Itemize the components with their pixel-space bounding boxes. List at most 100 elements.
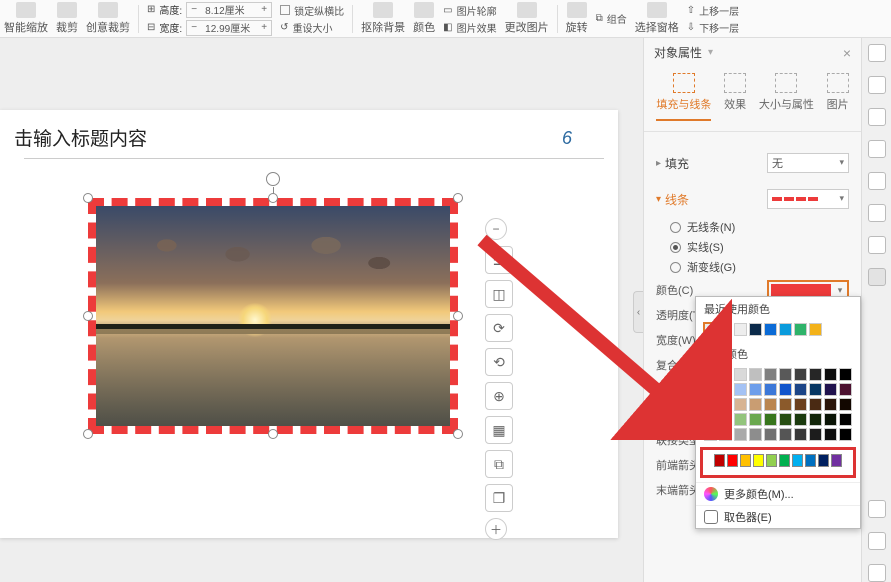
sidebar-icon-1[interactable] — [868, 44, 886, 62]
theme-color-swatch[interactable] — [839, 428, 852, 441]
sidebar-icon-3[interactable] — [868, 108, 886, 126]
down-layer-button[interactable]: ⇩下移一层 — [687, 20, 739, 35]
theme-color-swatch[interactable] — [764, 398, 777, 411]
replace-button[interactable]: ⟲ — [485, 348, 513, 376]
theme-color-swatch[interactable] — [749, 428, 762, 441]
theme-color-swatch[interactable] — [809, 368, 822, 381]
recent-color-swatch[interactable] — [779, 323, 792, 336]
theme-color-swatch[interactable] — [824, 383, 837, 396]
recent-color-swatch[interactable] — [719, 323, 732, 336]
standard-color-swatch[interactable] — [831, 454, 842, 467]
sidebar-icon-more[interactable] — [868, 564, 886, 582]
theme-color-swatch[interactable] — [839, 398, 852, 411]
plus-icon[interactable]: + — [257, 4, 271, 15]
theme-color-swatch[interactable] — [824, 398, 837, 411]
resize-handle[interactable] — [453, 193, 463, 203]
panel-collapse-handle[interactable]: ‹ — [633, 291, 643, 333]
theme-color-swatch[interactable] — [734, 428, 747, 441]
more-colors-button[interactable]: 更多颜色(M)... — [696, 482, 860, 505]
recent-color-swatch[interactable] — [734, 323, 747, 336]
line-section-toggle[interactable]: ▾线条 — [656, 191, 689, 208]
standard-color-swatch[interactable] — [766, 454, 777, 467]
picture-effect-button[interactable]: ◧图片效果 — [443, 20, 496, 35]
close-icon[interactable]: × — [843, 45, 851, 61]
theme-color-swatch[interactable] — [734, 398, 747, 411]
radio-solid-line[interactable]: 实线(S) — [670, 239, 849, 255]
theme-color-swatch[interactable] — [749, 383, 762, 396]
minus-icon[interactable]: − — [187, 22, 201, 33]
crop-button[interactable]: 裁剪 — [56, 2, 78, 35]
rotate-button[interactable]: ⟳ — [485, 314, 513, 342]
standard-color-swatch[interactable] — [753, 454, 764, 467]
group-button[interactable]: ⧉组合 — [596, 11, 627, 26]
zoom-button[interactable]: ⊕ — [485, 382, 513, 410]
change-picture-button[interactable]: 更改图片 — [505, 2, 549, 35]
rotate-handle[interactable] — [266, 172, 280, 186]
sidebar-icon-5[interactable] — [868, 172, 886, 190]
layers-button[interactable]: ☰ — [485, 246, 513, 274]
recent-color-swatch[interactable] — [704, 323, 717, 336]
resize-handle[interactable] — [83, 193, 93, 203]
theme-color-swatch[interactable] — [764, 383, 777, 396]
theme-color-swatch[interactable] — [719, 383, 732, 396]
tab-size[interactable]: 大小与属性 — [755, 71, 818, 123]
theme-color-swatch[interactable] — [824, 368, 837, 381]
sidebar-icon-settings[interactable] — [868, 532, 886, 550]
theme-color-swatch[interactable] — [809, 413, 822, 426]
sidebar-icon-7[interactable] — [868, 236, 886, 254]
theme-color-swatch[interactable] — [794, 413, 807, 426]
color-button[interactable]: 颜色 — [413, 2, 435, 35]
theme-color-swatch[interactable] — [794, 368, 807, 381]
theme-color-swatch[interactable] — [704, 368, 717, 381]
theme-color-swatch[interactable] — [839, 368, 852, 381]
copy-button[interactable]: ⧉ — [485, 450, 513, 478]
recent-color-swatch[interactable] — [749, 323, 762, 336]
recent-color-swatch[interactable] — [764, 323, 777, 336]
theme-color-swatch[interactable] — [764, 413, 777, 426]
theme-color-swatch[interactable] — [764, 368, 777, 381]
expand-button[interactable]: ＋ — [485, 518, 507, 540]
theme-color-swatch[interactable] — [719, 413, 732, 426]
theme-color-swatch[interactable] — [719, 368, 732, 381]
theme-color-swatch[interactable] — [809, 428, 822, 441]
radio-no-line[interactable]: 无线条(N) — [670, 219, 849, 235]
theme-color-swatch[interactable] — [779, 383, 792, 396]
theme-color-swatch[interactable] — [704, 428, 717, 441]
recent-color-swatch[interactable] — [809, 323, 822, 336]
plus-icon[interactable]: + — [257, 22, 271, 33]
theme-color-swatch[interactable] — [704, 413, 717, 426]
resize-handle[interactable] — [453, 429, 463, 439]
copy2-button[interactable]: ❐ — [485, 484, 513, 512]
select-pane-button[interactable]: 选择窗格 — [635, 2, 679, 35]
width-stepper[interactable]: −12.99厘米+ — [186, 20, 272, 36]
theme-color-swatch[interactable] — [779, 398, 792, 411]
sidebar-icon-properties[interactable] — [868, 268, 886, 286]
resize-handle[interactable] — [268, 429, 278, 439]
smart-zoom-button[interactable]: 智能缩放 — [4, 2, 48, 35]
picture-outline-button[interactable]: ▭图片轮廓 — [443, 3, 496, 18]
tab-fill-line[interactable]: 填充与线条 — [652, 71, 715, 123]
theme-color-swatch[interactable] — [719, 428, 732, 441]
select-button[interactable]: ▦ — [485, 416, 513, 444]
theme-color-swatch[interactable] — [839, 413, 852, 426]
theme-color-swatch[interactable] — [794, 398, 807, 411]
theme-color-swatch[interactable] — [809, 383, 822, 396]
recent-color-swatch[interactable] — [794, 323, 807, 336]
reset-size-button[interactable]: ↺重设大小 — [280, 20, 344, 35]
theme-color-swatch[interactable] — [779, 368, 792, 381]
standard-color-swatch[interactable] — [805, 454, 816, 467]
theme-color-swatch[interactable] — [794, 428, 807, 441]
slide[interactable]: 击输入标题内容 6 — [0, 110, 618, 538]
lock-ratio-checkbox[interactable]: 锁定纵横比 — [280, 3, 344, 18]
sidebar-icon-4[interactable] — [868, 140, 886, 158]
radio-gradient-line[interactable]: 渐变线(G) — [670, 259, 849, 275]
tab-image[interactable]: 图片 — [823, 71, 853, 123]
standard-color-swatch[interactable] — [740, 454, 751, 467]
theme-color-swatch[interactable] — [734, 413, 747, 426]
theme-color-swatch[interactable] — [824, 428, 837, 441]
resize-handle[interactable] — [83, 429, 93, 439]
theme-color-swatch[interactable] — [749, 368, 762, 381]
standard-color-swatch[interactable] — [818, 454, 829, 467]
minus-icon[interactable]: − — [187, 4, 201, 15]
dropdown-icon[interactable]: ▾ — [708, 47, 713, 58]
